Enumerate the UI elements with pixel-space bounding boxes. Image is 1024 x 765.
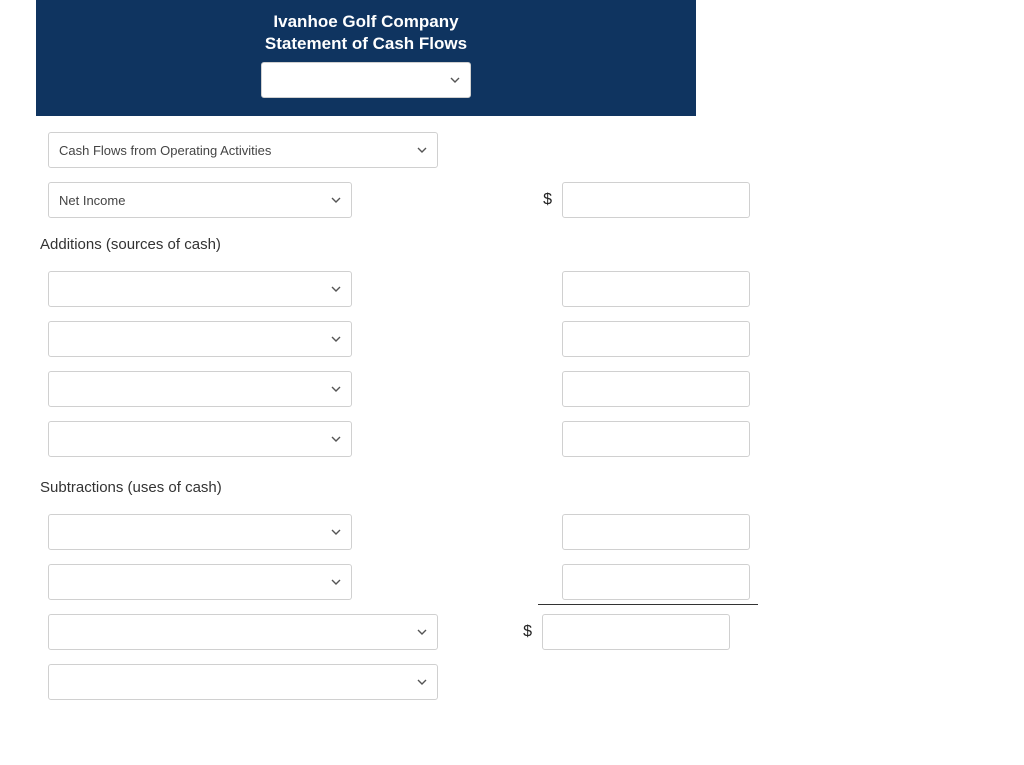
addition-select-2[interactable]: [48, 321, 352, 357]
subtractions-heading: Subtractions (uses of cash): [40, 475, 988, 514]
statement-title: Statement of Cash Flows: [36, 34, 696, 62]
subtraction-amount-2[interactable]: [562, 564, 750, 600]
header-banner: Ivanhoe Golf Company Statement of Cash F…: [36, 0, 696, 116]
chevron-down-icon: [331, 527, 341, 537]
section-select[interactable]: Cash Flows from Operating Activities: [48, 132, 438, 168]
addition-select-1[interactable]: [48, 271, 352, 307]
footer-select[interactable]: [48, 664, 438, 700]
section-select-value: Cash Flows from Operating Activities: [59, 143, 271, 158]
period-select[interactable]: [261, 62, 471, 98]
chevron-down-icon: [331, 195, 341, 205]
net-income-select[interactable]: Net Income: [48, 182, 352, 218]
chevron-down-icon: [331, 384, 341, 394]
addition-amount-3[interactable]: [562, 371, 750, 407]
net-income-label: Net Income: [59, 193, 125, 208]
net-income-amount[interactable]: [562, 182, 750, 218]
chevron-down-icon: [331, 334, 341, 344]
addition-select-4[interactable]: [48, 421, 352, 457]
subtraction-select-1[interactable]: [48, 514, 352, 550]
subtotal-rule: [538, 604, 758, 605]
chevron-down-icon: [450, 75, 460, 85]
addition-select-3[interactable]: [48, 371, 352, 407]
total-select[interactable]: [48, 614, 438, 650]
chevron-down-icon: [417, 677, 427, 687]
chevron-down-icon: [417, 145, 427, 155]
addition-amount-4[interactable]: [562, 421, 750, 457]
currency-symbol: $: [482, 623, 542, 641]
chevron-down-icon: [331, 577, 341, 587]
total-amount[interactable]: [542, 614, 730, 650]
addition-amount-1[interactable]: [562, 271, 750, 307]
additions-heading: Additions (sources of cash): [40, 232, 988, 271]
subtraction-amount-1[interactable]: [562, 514, 750, 550]
chevron-down-icon: [417, 627, 427, 637]
chevron-down-icon: [331, 284, 341, 294]
currency-symbol: $: [502, 191, 562, 209]
addition-amount-2[interactable]: [562, 321, 750, 357]
company-name: Ivanhoe Golf Company: [36, 10, 696, 34]
chevron-down-icon: [331, 434, 341, 444]
subtraction-select-2[interactable]: [48, 564, 352, 600]
